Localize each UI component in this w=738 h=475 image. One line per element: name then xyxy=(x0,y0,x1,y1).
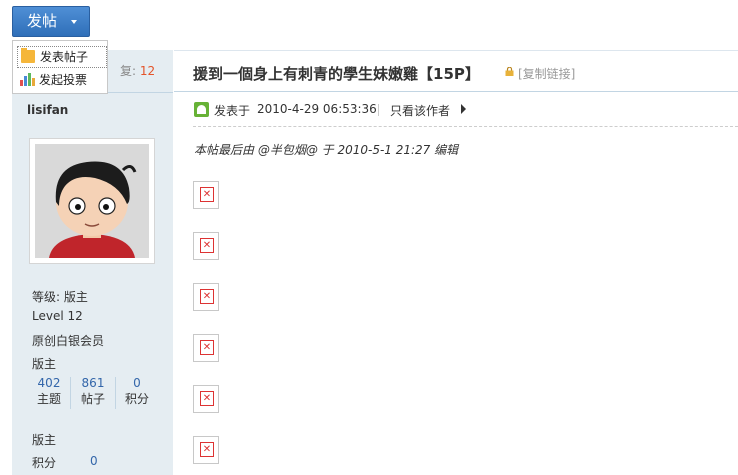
author-username[interactable]: lisifan xyxy=(27,103,68,117)
broken-image-icon[interactable] xyxy=(193,436,219,464)
author-level: Level 12 xyxy=(32,309,83,323)
menu-item-label: 发起投票 xyxy=(39,73,88,87)
stat-value: 402 xyxy=(37,376,61,390)
author-role-secondary: 版主 xyxy=(32,433,57,447)
broken-image-icon[interactable] xyxy=(193,385,219,413)
author-group: 等级: 版主 xyxy=(32,290,88,304)
avatar[interactable] xyxy=(29,138,155,264)
menu-item-new-thread[interactable]: 发表帖子 xyxy=(17,46,107,68)
stat-label: 主题 xyxy=(36,392,61,406)
broken-image-icon[interactable] xyxy=(193,232,219,260)
copy-link-button[interactable]: [复制链接] xyxy=(518,65,575,82)
broken-image-icon[interactable] xyxy=(193,334,219,362)
thread-title: 援到一個身上有刺青的學生妹嫩雞【15P】 xyxy=(193,65,480,83)
bar-chart-icon xyxy=(20,73,35,86)
caret-down-icon xyxy=(71,20,77,24)
posted-prefix: 发表于 xyxy=(214,104,251,118)
author-role: 版主 xyxy=(32,357,57,371)
stat-threads[interactable]: 402 主题 xyxy=(27,375,71,407)
author-points-value: 0 xyxy=(90,454,98,468)
avatar-image xyxy=(35,144,149,258)
menu-item-new-poll[interactable]: 发起投票 xyxy=(17,70,105,90)
posted-time: 2010-4-29 06:53:36 xyxy=(257,102,377,116)
triangle-right-icon[interactable] xyxy=(461,104,466,114)
divider xyxy=(378,104,379,116)
author-title: 原创白银会员 xyxy=(32,334,105,348)
author-sidebar: 复: 12 lisifan 等级: 版主 Level 12 原创白银会员 版主 … xyxy=(12,50,173,475)
reply-count-value: 12 xyxy=(139,64,156,78)
lock-icon xyxy=(505,67,514,76)
author-points-row: 积分 0 xyxy=(32,454,98,471)
user-icon xyxy=(194,102,209,117)
post-button-label: 发帖 xyxy=(27,12,58,30)
stat-points[interactable]: 0 积分 xyxy=(115,375,159,407)
author-stats: 402 主题 861 帖子 0 积分 xyxy=(27,375,159,411)
stat-label: 帖子 xyxy=(80,392,105,406)
author-points-label: 积分 xyxy=(32,456,57,470)
only-author-link[interactable]: 只看该作者 xyxy=(390,102,450,119)
stat-posts[interactable]: 861 帖子 xyxy=(71,375,115,407)
reply-count-label: 复: xyxy=(120,64,137,78)
divider xyxy=(193,126,738,127)
post-button[interactable]: 发帖 xyxy=(12,6,90,37)
edit-note: 本帖最后由 @半包烟@ 于 2010-5-1 21:27 编辑 xyxy=(194,143,459,157)
stat-value: 861 xyxy=(81,376,105,390)
broken-image-icon[interactable] xyxy=(193,283,219,311)
reply-count: 复: 12 xyxy=(120,62,155,79)
stat-label: 积分 xyxy=(124,392,149,406)
menu-item-label: 发表帖子 xyxy=(40,50,89,64)
folder-icon xyxy=(21,48,35,63)
broken-image-icon[interactable] xyxy=(193,181,219,209)
stat-value: 0 xyxy=(133,376,141,390)
post-dropdown-menu: 发表帖子 发起投票 xyxy=(12,40,108,94)
thread-title-bar: 援到一個身上有刺青的學生妹嫩雞【15P】 [复制链接] xyxy=(174,50,738,92)
